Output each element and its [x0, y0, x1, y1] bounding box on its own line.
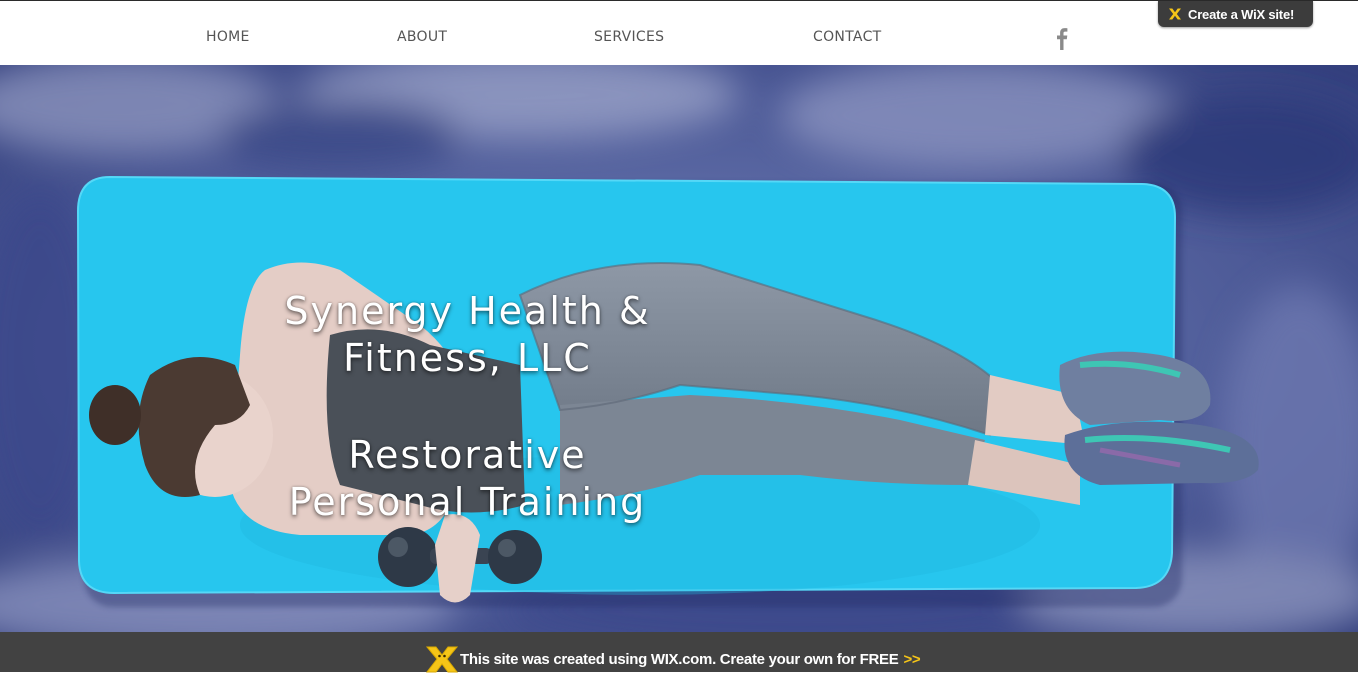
- site-navigation: HOME ABOUT SERVICES CONTACT: [0, 1, 1358, 65]
- hero-title-line-1: Synergy Health &: [284, 289, 651, 333]
- hero-subtitle-line-1: Restorative: [348, 433, 587, 477]
- nav-home[interactable]: HOME: [206, 29, 250, 45]
- hero-title-line-2: Fitness, LLC: [343, 336, 592, 380]
- create-wix-site-label: Create a WiX site!: [1188, 6, 1295, 22]
- wix-promo-text: This site was created using WIX.com. Cre…: [460, 651, 899, 668]
- facebook-icon[interactable]: [1053, 25, 1071, 51]
- wix-mascot-icon: [425, 646, 459, 673]
- create-wix-site-badge[interactable]: Create a WiX site!: [1158, 1, 1313, 27]
- hero-subtitle-line-2: Personal Training: [288, 480, 647, 524]
- wix-promo-arrows: >>: [903, 651, 921, 668]
- nav-about[interactable]: ABOUT: [397, 29, 447, 45]
- hero-section: Synergy Health & Fitness, LLC Restorativ…: [0, 65, 1358, 632]
- wix-promo-link[interactable]: This site was created using WIX.com. Cre…: [425, 644, 921, 673]
- nav-services[interactable]: SERVICES: [594, 29, 664, 45]
- wix-x-icon: [1169, 8, 1181, 20]
- hero-heading: Synergy Health & Fitness, LLC Restorativ…: [210, 288, 725, 526]
- nav-contact[interactable]: CONTACT: [813, 29, 882, 45]
- wix-promo-banner: This site was created using WIX.com. Cre…: [0, 632, 1358, 673]
